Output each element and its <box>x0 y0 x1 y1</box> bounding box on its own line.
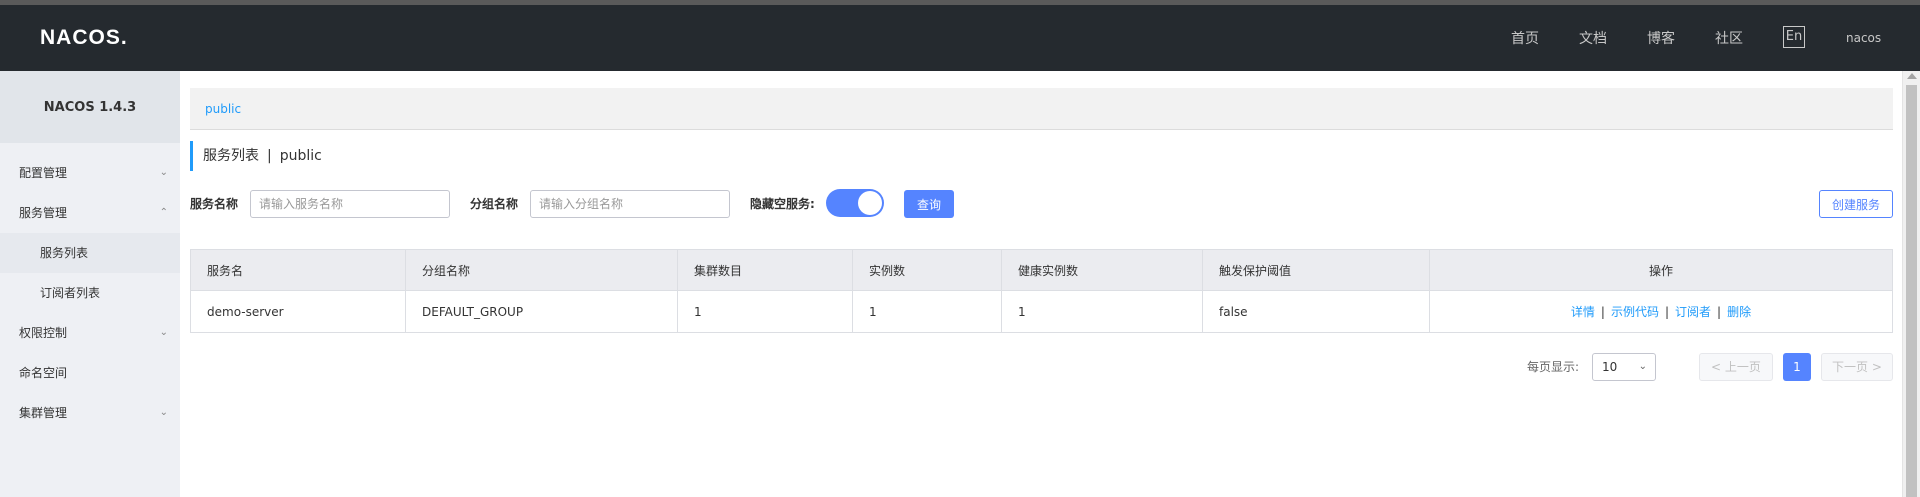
user-menu[interactable]: nacos <box>1846 5 1881 71</box>
create-service-button[interactable]: 创建服务 <box>1819 190 1893 218</box>
sidebar-item-service-list[interactable]: 服务列表 <box>0 233 180 273</box>
sample-code-link[interactable]: 示例代码 <box>1611 305 1659 319</box>
hide-empty-services-toggle[interactable] <box>826 189 884 217</box>
table-header-row: 服务名 分组名称 集群数目 实例数 健康实例数 触发保护阈值 操作 <box>190 249 1893 291</box>
language-switch-button[interactable]: En <box>1783 26 1805 48</box>
top-header: NACOS. 首页 文档 博客 社区 En nacos <box>0 5 1920 71</box>
next-page-button[interactable]: 下一页 > <box>1821 353 1893 381</box>
chevron-down-icon: ⌄ <box>1638 361 1647 372</box>
prev-page-label: 上一页 <box>1724 360 1761 374</box>
op-separator: | <box>1600 305 1605 319</box>
sidebar-item-namespace[interactable]: 命名空间 <box>0 353 180 393</box>
column-header-cluster-count: 集群数目 <box>677 249 853 291</box>
cell-cluster-count: 1 <box>677 290 853 333</box>
sidebar-item-label: 服务管理 <box>19 206 68 220</box>
sidebar-item-config-management[interactable]: 配置管理 ⌄ <box>0 153 180 193</box>
chevron-down-icon: ⌄ <box>159 327 168 338</box>
page-size-value: 10 <box>1602 360 1618 374</box>
subscribers-link[interactable]: 订阅者 <box>1675 305 1711 319</box>
sidebar-item-label: 配置管理 <box>19 166 68 180</box>
column-header-service-name: 服务名 <box>190 249 406 291</box>
column-header-group-name: 分组名称 <box>405 249 678 291</box>
page-title: 服务列表 | public <box>190 141 322 171</box>
cell-group-name: DEFAULT_GROUP <box>405 290 678 333</box>
nav-blog[interactable]: 博客 <box>1647 5 1675 71</box>
next-page-label: 下一页 <box>1832 360 1869 374</box>
chevron-down-icon: ⌄ <box>159 407 168 418</box>
op-separator: | <box>1664 305 1670 319</box>
page-number-button[interactable]: 1 <box>1783 353 1811 381</box>
hide-empty-services-label: 隐藏空服务: <box>750 197 815 211</box>
page-title-text: 服务列表 <box>203 148 259 164</box>
delete-link[interactable]: 删除 <box>1727 305 1751 319</box>
nav-home[interactable]: 首页 <box>1511 5 1539 71</box>
namespace-breadcrumb[interactable]: public <box>190 88 1893 130</box>
group-name-label: 分组名称 <box>470 197 519 211</box>
sidebar-item-service-management[interactable]: 服务管理 ⌃ <box>0 193 180 233</box>
table-row: demo-server DEFAULT_GROUP 1 1 1 false 详情… <box>190 290 1893 333</box>
nav-home-label[interactable]: 首页 <box>1511 28 1539 48</box>
page-title-separator: | <box>267 148 272 164</box>
sidebar-item-access-control[interactable]: 权限控制 ⌄ <box>0 313 180 353</box>
main-content: public 服务列表 | public 服务名称 分组名称 隐藏空服务: 查询 创… <box>180 71 1902 497</box>
chevron-up-icon: ⌃ <box>159 207 168 218</box>
nav-community[interactable]: 社区 <box>1715 5 1743 71</box>
nav-community-label[interactable]: 社区 <box>1715 28 1743 48</box>
cell-healthy-instance-count: 1 <box>1001 290 1203 333</box>
toggle-knob <box>858 191 882 215</box>
sidebar-item-subscriber-list[interactable]: 订阅者列表 <box>0 273 180 313</box>
page-title-namespace: public <box>279 148 322 164</box>
service-name-input[interactable] <box>250 190 450 218</box>
nav-docs[interactable]: 文档 <box>1579 5 1607 71</box>
op-separator: | <box>1717 305 1722 319</box>
sidebar: NACOS 1.4.3 配置管理 ⌄ 服务管理 ⌃ 服务列表 订阅者列表 权限控… <box>0 71 180 497</box>
page-size-select[interactable]: 10 ⌄ <box>1592 353 1656 381</box>
query-button[interactable]: 查询 <box>904 190 954 218</box>
prev-page-button[interactable]: < 上一页 <box>1699 353 1773 381</box>
sidebar-item-label: 权限控制 <box>19 326 68 340</box>
group-name-input[interactable] <box>530 190 730 218</box>
column-header-protect-threshold: 触发保护阈值 <box>1202 249 1430 291</box>
nav-blog-label[interactable]: 博客 <box>1647 28 1675 48</box>
cell-operations: 详情 | 示例代码 | 订阅者 | 删除 <box>1429 290 1893 333</box>
scroll-up-arrow-icon[interactable] <box>1907 73 1917 79</box>
column-header-healthy-instance-count: 健康实例数 <box>1001 249 1203 291</box>
chevron-right-icon: > <box>1868 360 1882 374</box>
chevron-left-icon: < <box>1711 360 1725 374</box>
scrollbar-thumb[interactable] <box>1906 85 1917 497</box>
chevron-down-icon: ⌄ <box>159 167 168 178</box>
sidebar-item-label: 集群管理 <box>19 406 68 420</box>
column-header-operations: 操作 <box>1429 249 1893 291</box>
page-size-label: 每页显示: <box>1527 360 1580 374</box>
service-name-label: 服务名称 <box>190 197 239 211</box>
sidebar-version-title: NACOS 1.4.3 <box>0 71 180 143</box>
service-table: 服务名 分组名称 集群数目 实例数 健康实例数 触发保护阈值 操作 demo-s… <box>190 249 1893 333</box>
cell-instance-count: 1 <box>852 290 1002 333</box>
column-header-instance-count: 实例数 <box>852 249 1002 291</box>
cell-service-name: demo-server <box>190 290 406 333</box>
vertical-scrollbar[interactable] <box>1902 71 1920 497</box>
nav-docs-label[interactable]: 文档 <box>1579 28 1607 48</box>
detail-link[interactable]: 详情 <box>1571 305 1595 319</box>
sidebar-item-cluster-management[interactable]: 集群管理 ⌄ <box>0 393 180 433</box>
cell-protect-threshold: false <box>1202 290 1430 333</box>
nacos-logo[interactable]: NACOS. <box>40 26 128 50</box>
